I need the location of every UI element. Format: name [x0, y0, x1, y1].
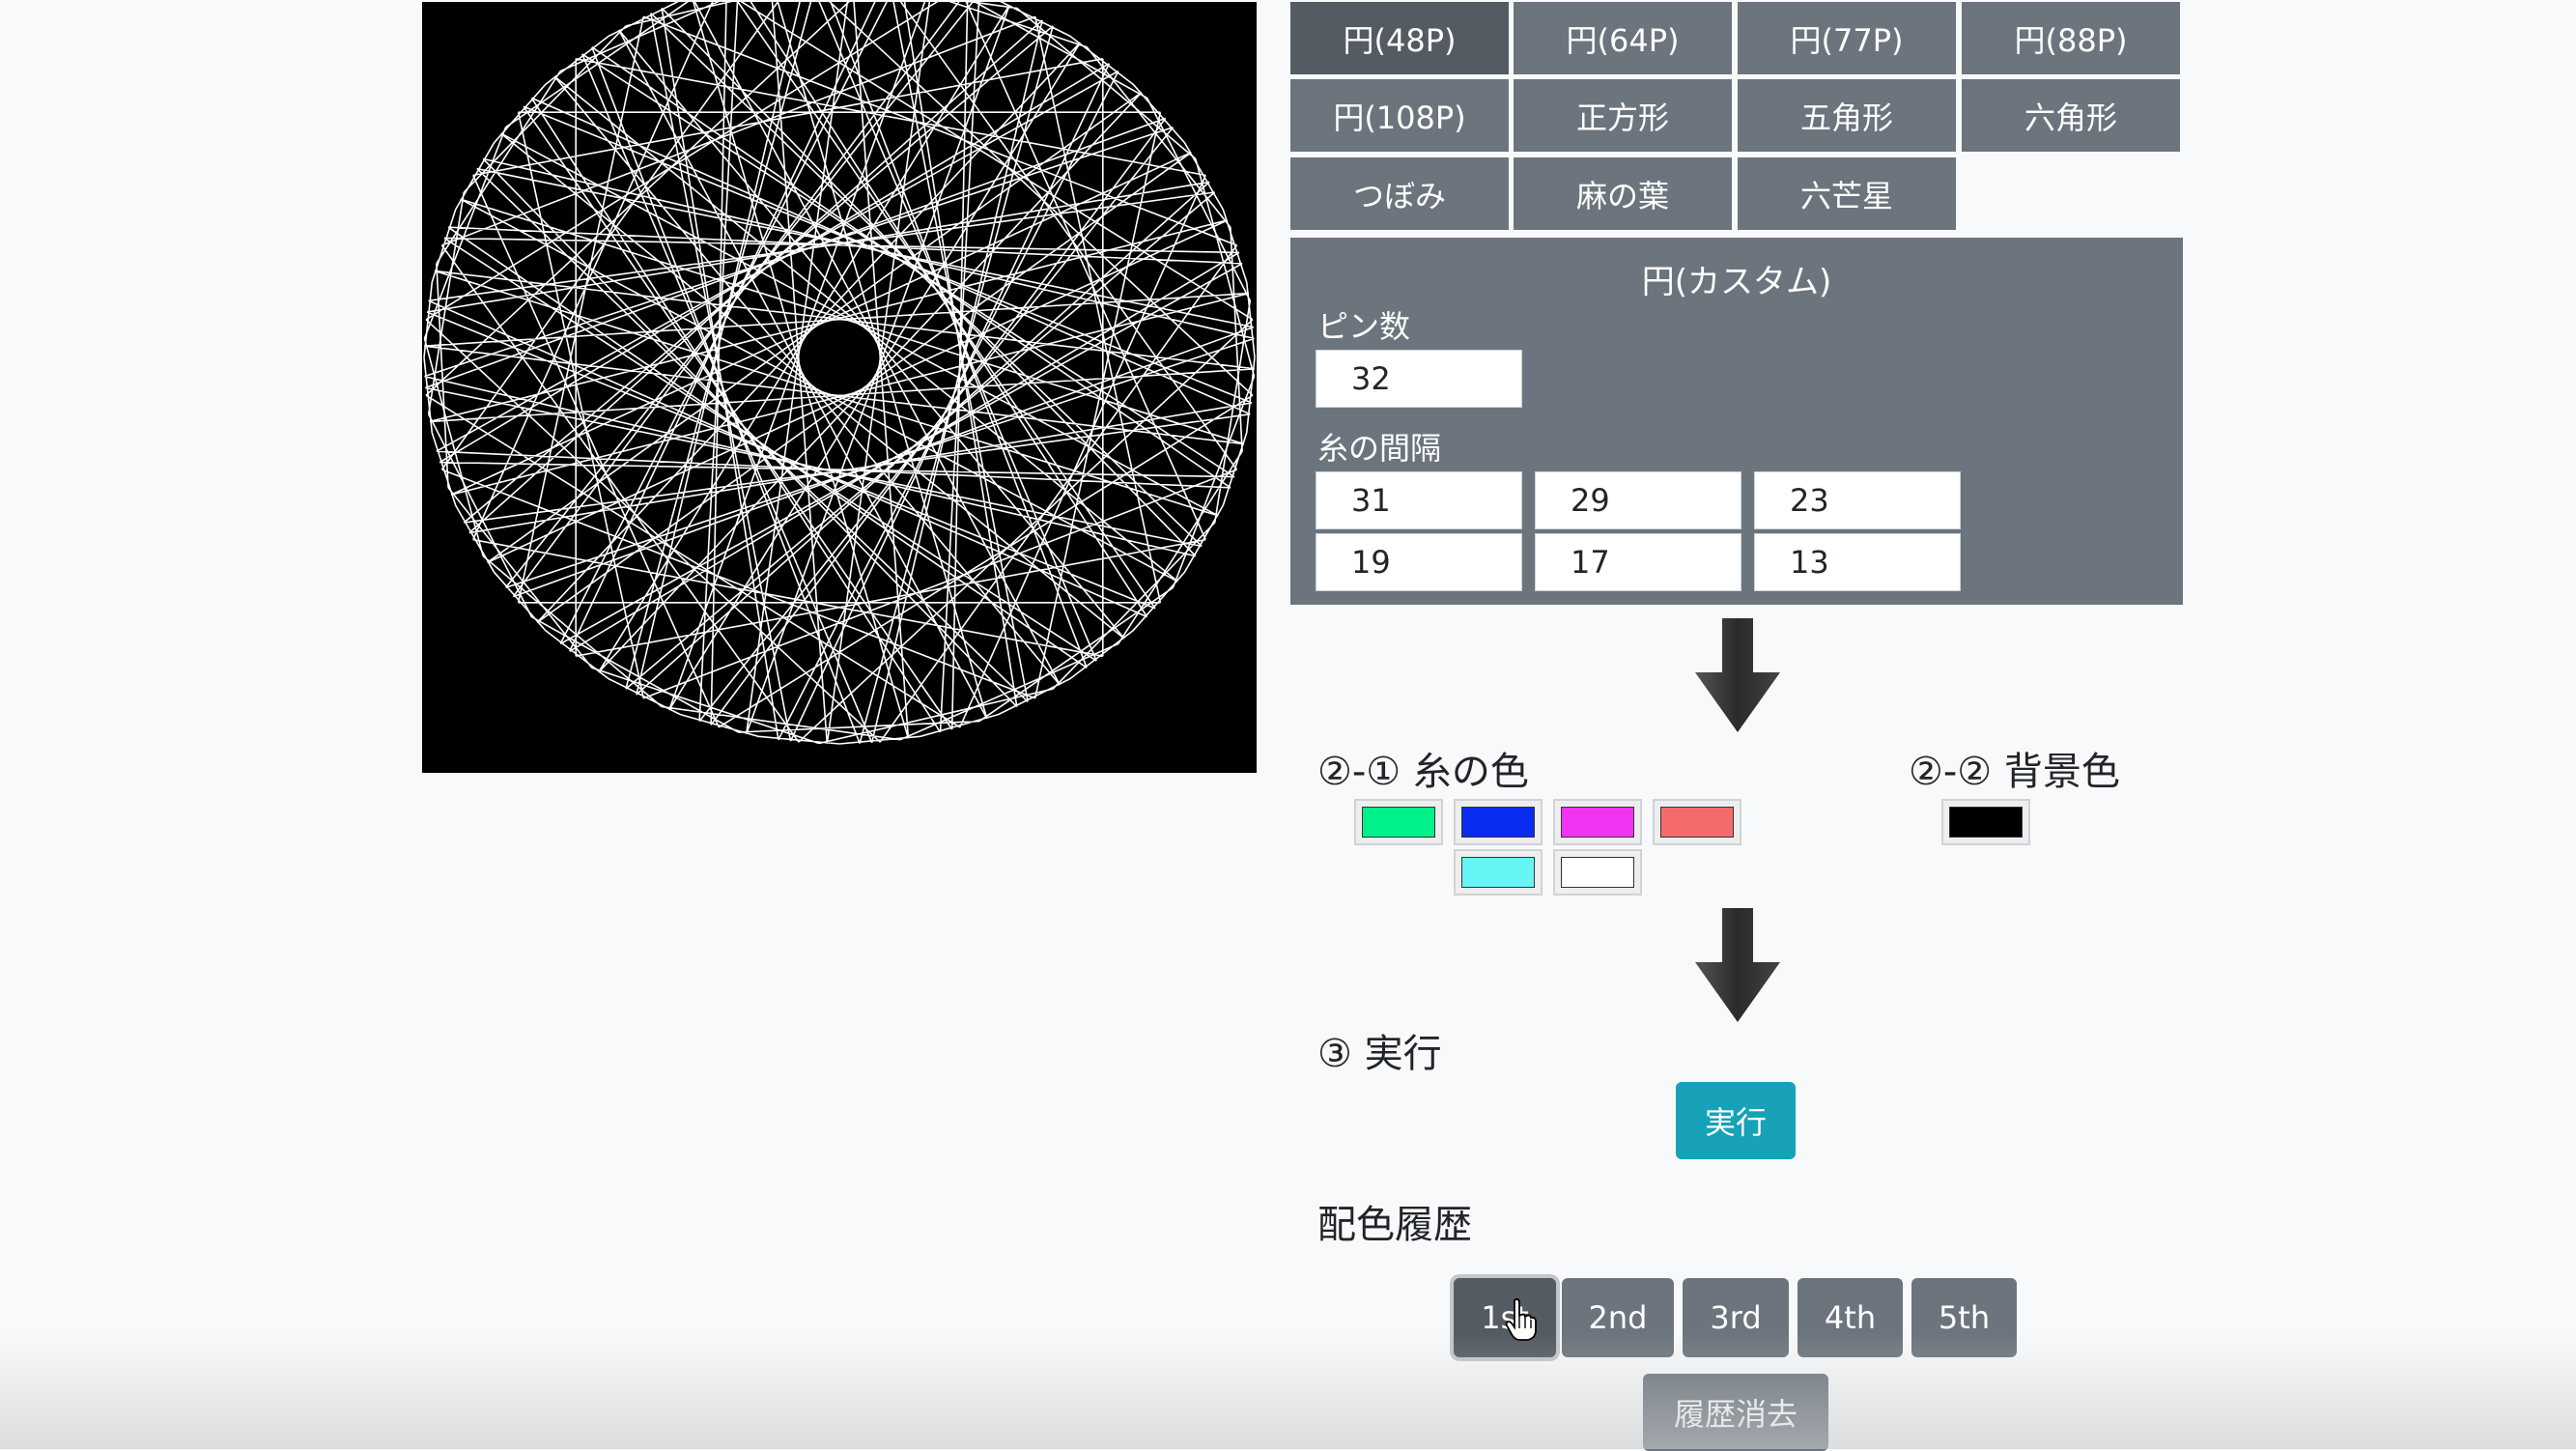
interval-input-4[interactable] [1316, 533, 1522, 591]
history-button-3rd[interactable]: 3rd [1683, 1278, 1789, 1357]
shape-button-circle-64p[interactable]: 円(64P) [1514, 2, 1732, 74]
custom-circle-panel: 円(カスタム) ピン数 糸の間隔 [1290, 238, 2183, 605]
execute-label: ③ 実行 [1317, 1032, 1442, 1076]
swatch-fill [1561, 807, 1634, 838]
thread-color-swatch[interactable] [1454, 799, 1543, 845]
pin-count-input[interactable] [1316, 350, 1522, 408]
swatch-fill [1660, 807, 1734, 838]
shape-button-hexagram[interactable]: 六芒星 [1738, 157, 1956, 230]
thread-color-swatch[interactable] [1553, 799, 1642, 845]
history-button-5th[interactable]: 5th [1911, 1278, 2017, 1357]
arrow-down-icon [1695, 908, 1780, 1022]
swatch-fill [1561, 857, 1634, 888]
history-button-2nd[interactable]: 2nd [1562, 1278, 1674, 1357]
run-button[interactable]: 実行 [1676, 1082, 1796, 1159]
hand-cursor-icon [1505, 1298, 1537, 1341]
string-art-drawing [423, 2, 1256, 745]
shape-button-circle-48p[interactable]: 円(48P) [1290, 2, 1509, 74]
swatch-fill [1461, 857, 1535, 888]
interval-input-3[interactable] [1754, 471, 1961, 529]
background-color-label: ②-② 背景色 [1909, 750, 2120, 794]
shape-button-circle-88p[interactable]: 円(88P) [1962, 2, 2180, 74]
shape-button-circle-77p[interactable]: 円(77P) [1738, 2, 1956, 74]
interval-input-6[interactable] [1754, 533, 1961, 591]
shape-button-pentagon[interactable]: 五角形 [1738, 79, 1956, 152]
color-history-label: 配色履歴 [1317, 1203, 1472, 1247]
interval-input-1[interactable] [1316, 471, 1522, 529]
arrow-down-icon [1695, 618, 1780, 732]
thread-interval-label: 糸の間隔 [1317, 430, 1442, 467]
swatch-fill [1949, 807, 2023, 838]
swatch-fill [1461, 807, 1535, 838]
interval-input-2[interactable] [1535, 471, 1741, 529]
interval-input-5[interactable] [1535, 533, 1741, 591]
shape-button-bud[interactable]: つぼみ [1290, 157, 1509, 230]
thread-color-swatch[interactable] [1653, 799, 1741, 845]
swatch-fill [1362, 807, 1435, 838]
shape-button-square[interactable]: 正方形 [1514, 79, 1732, 152]
clear-history-button[interactable]: 履歴消去 [1643, 1374, 1828, 1451]
background-color-swatch[interactable] [1941, 799, 2030, 845]
history-button-4th[interactable]: 4th [1798, 1278, 1903, 1357]
shape-button-circle-108p[interactable]: 円(108P) [1290, 79, 1509, 152]
shape-button-hemp-leaf[interactable]: 麻の葉 [1514, 157, 1732, 230]
pin-count-label: ピン数 [1317, 308, 1411, 345]
custom-panel-title: 円(カスタム) [1641, 263, 1832, 301]
thread-color-label: ②-① 糸の色 [1317, 750, 1529, 794]
shape-button-hexagon[interactable]: 六角形 [1962, 79, 2180, 152]
center-hole [814, 334, 864, 381]
thread-color-swatch[interactable] [1354, 799, 1443, 845]
thread-color-swatch[interactable] [1553, 849, 1642, 896]
string-art-canvas [422, 2, 1257, 773]
window-bottom-shadow [0, 1333, 2576, 1449]
thread-color-swatch[interactable] [1454, 849, 1543, 896]
